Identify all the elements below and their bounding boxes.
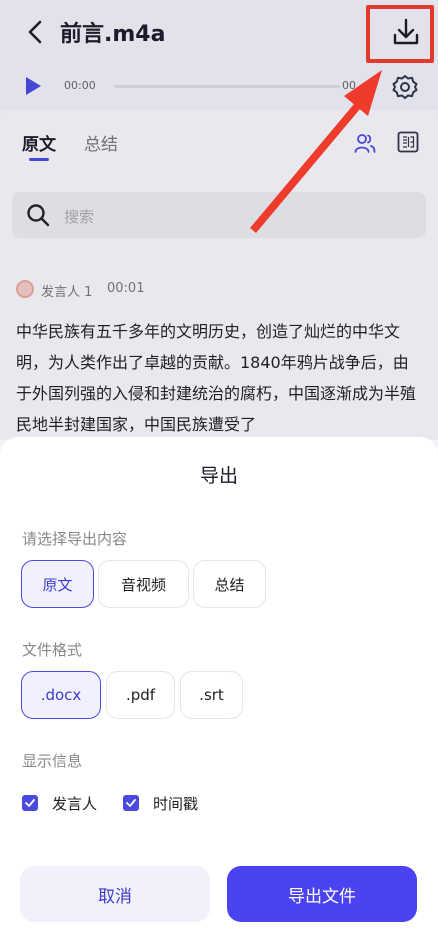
export-file-button[interactable]: 导出文件: [227, 866, 417, 922]
checkbox-timestamp-label: 时间戳: [153, 794, 199, 813]
checkbox-speaker[interactable]: 发言人: [22, 792, 97, 814]
content-section-label: 请选择导出内容: [22, 530, 128, 548]
checkbox-checked-icon: [22, 795, 38, 811]
content-option-original[interactable]: 原文: [21, 560, 94, 608]
content-option-summary[interactable]: 总结: [193, 560, 266, 608]
checkbox-timestamp[interactable]: 时间戳: [123, 792, 198, 814]
format-option-docx[interactable]: .docx: [21, 671, 101, 719]
info-section-label: 显示信息: [22, 752, 83, 770]
export-sheet: 导出 请选择导出内容 原文 音视频 总结 文件格式 .docx .pdf .sr…: [0, 437, 438, 938]
format-option-pdf[interactable]: .pdf: [106, 671, 175, 719]
format-section-label: 文件格式: [22, 641, 83, 659]
format-option-srt[interactable]: .srt: [180, 671, 243, 719]
sheet-title: 导出: [199, 465, 238, 487]
cancel-button[interactable]: 取消: [20, 866, 210, 922]
checkbox-speaker-label: 发言人: [52, 794, 98, 813]
checkbox-checked-icon: [123, 795, 139, 811]
dim-overlay: [0, 0, 438, 440]
content-option-audio-video[interactable]: 音视频: [98, 560, 189, 608]
